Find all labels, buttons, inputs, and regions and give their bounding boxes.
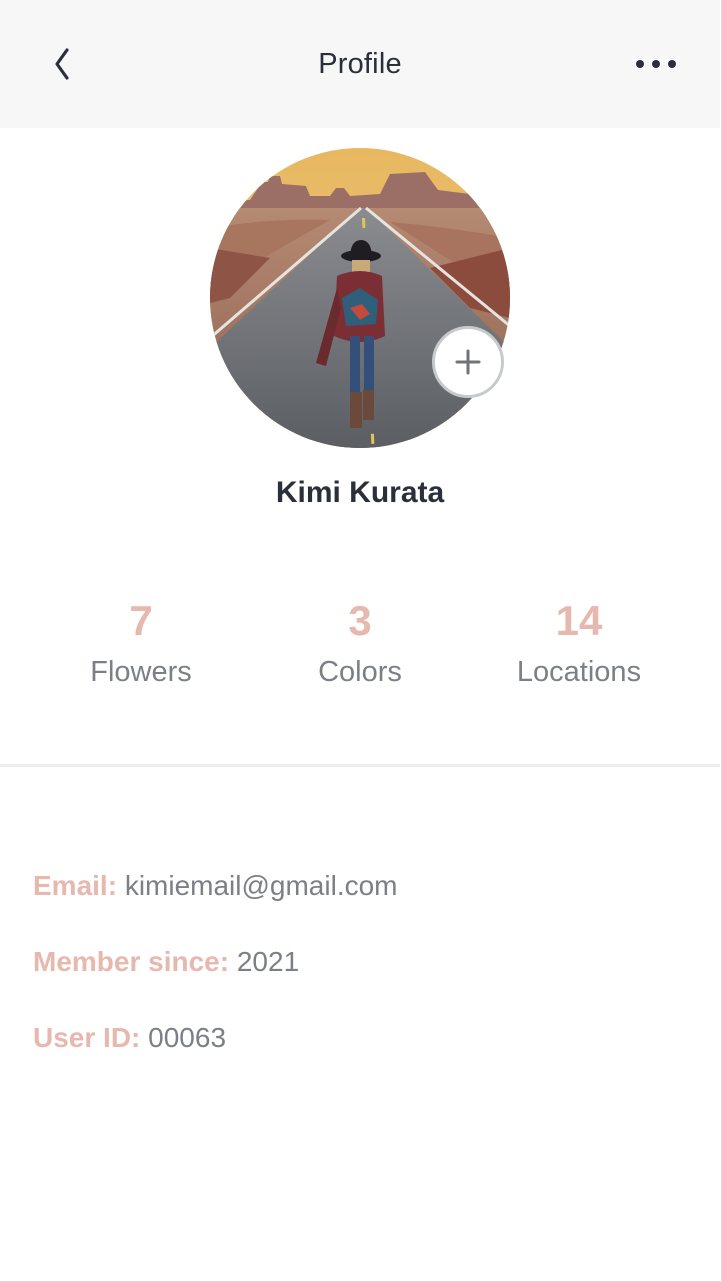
stat-locations[interactable]: 14 Locations: [459, 596, 699, 690]
add-photo-button[interactable]: [432, 326, 504, 398]
stat-colors[interactable]: 3 Colors: [240, 596, 480, 690]
profile-screen: Profile Kimi Kurata 7 Flowers 3 Colors 1…: [0, 0, 722, 1282]
avatar-photo: [210, 148, 510, 448]
section-divider: [0, 764, 720, 767]
stat-value: 3: [348, 597, 372, 644]
user-id-value: 00063: [148, 1022, 227, 1053]
email-label: Email:: [33, 870, 125, 901]
email-value[interactable]: kimiemail@gmail.com: [125, 870, 398, 901]
user-id-row: User ID: 00063: [33, 1020, 693, 1056]
member-since-label: Member since:: [33, 946, 237, 977]
stat-value: 14: [555, 597, 603, 644]
member-since-value: 2021: [236, 946, 300, 977]
chevron-left-icon: [55, 48, 69, 80]
stat-label: Locations: [516, 656, 642, 688]
avatar: [210, 148, 510, 448]
stat-label: Colors: [318, 656, 402, 688]
more-options-button[interactable]: [628, 44, 684, 84]
member-since-row: Member since: 2021: [33, 944, 693, 980]
profile-name: Kimi Kurata: [275, 476, 445, 509]
stat-flowers[interactable]: 7 Flowers: [21, 596, 261, 690]
more-horizontal-icon: [636, 60, 676, 68]
stats-row: 7 Flowers 3 Colors 14 Locations: [0, 596, 720, 706]
user-id-label: User ID:: [33, 1022, 149, 1053]
stat-value: 7: [129, 597, 153, 644]
email-row: Email: kimiemail@gmail.com: [33, 868, 693, 904]
plus-icon: [455, 349, 481, 375]
top-bar: Profile: [0, 0, 720, 128]
page-title: Profile: [318, 47, 402, 80]
back-button[interactable]: [40, 40, 84, 88]
stat-label: Flowers: [90, 656, 192, 688]
